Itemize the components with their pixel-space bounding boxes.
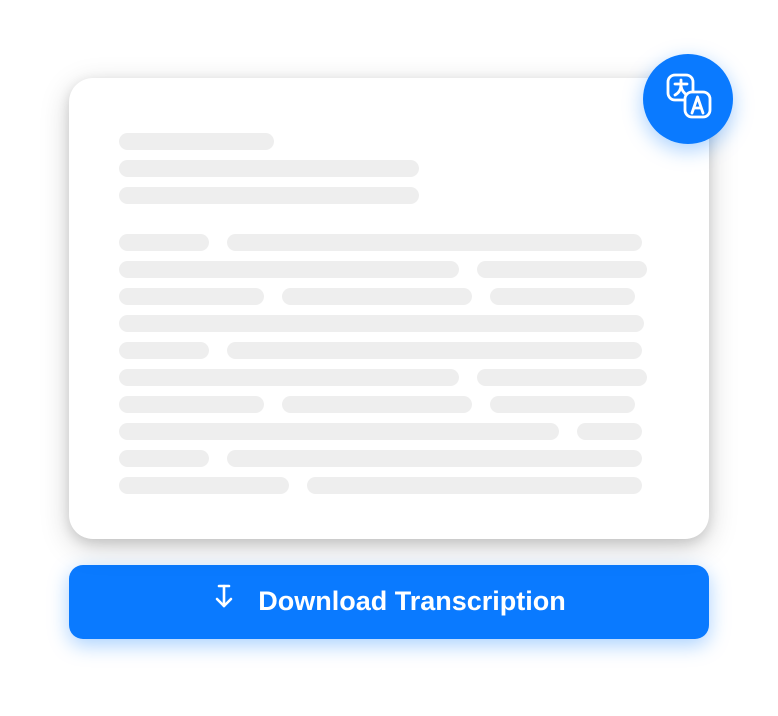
skeleton-line xyxy=(227,234,642,251)
skeleton-line xyxy=(477,261,647,278)
skeleton-row xyxy=(119,315,659,332)
translate-badge[interactable] xyxy=(643,54,733,144)
skeleton-line xyxy=(119,288,264,305)
skeleton-row xyxy=(119,369,659,386)
skeleton-row xyxy=(119,288,659,305)
skeleton-row xyxy=(119,187,659,204)
skeleton-row xyxy=(119,342,659,359)
skeleton-gap xyxy=(119,214,659,224)
skeleton-line xyxy=(119,234,209,251)
skeleton-line xyxy=(119,261,459,278)
skeleton-line xyxy=(477,369,647,386)
download-button-label: Download Transcription xyxy=(258,586,566,617)
skeleton-line xyxy=(119,342,209,359)
skeleton-line xyxy=(119,423,559,440)
skeleton-row xyxy=(119,261,659,278)
skeleton-row xyxy=(119,234,659,251)
skeleton-line xyxy=(577,423,642,440)
skeleton-line xyxy=(227,450,642,467)
download-icon xyxy=(212,584,236,619)
skeleton-line xyxy=(490,396,635,413)
transcription-placeholder xyxy=(119,133,659,494)
translate-icon xyxy=(660,69,716,129)
skeleton-line xyxy=(119,315,644,332)
skeleton-line xyxy=(119,396,264,413)
skeleton-line xyxy=(282,288,472,305)
skeleton-line xyxy=(490,288,635,305)
skeleton-line xyxy=(119,477,289,494)
skeleton-line xyxy=(119,133,274,150)
download-transcription-button[interactable]: Download Transcription xyxy=(69,565,709,639)
skeleton-row xyxy=(119,133,659,150)
skeleton-row xyxy=(119,396,659,413)
skeleton-line xyxy=(307,477,642,494)
skeleton-row xyxy=(119,423,659,440)
skeleton-row xyxy=(119,477,659,494)
transcription-container: Download Transcription xyxy=(69,78,709,639)
skeleton-line xyxy=(119,369,459,386)
skeleton-line xyxy=(282,396,472,413)
transcription-card xyxy=(69,78,709,539)
skeleton-line xyxy=(227,342,642,359)
skeleton-line xyxy=(119,450,209,467)
skeleton-line xyxy=(119,160,419,177)
skeleton-line xyxy=(119,187,419,204)
skeleton-row xyxy=(119,450,659,467)
skeleton-row xyxy=(119,160,659,177)
